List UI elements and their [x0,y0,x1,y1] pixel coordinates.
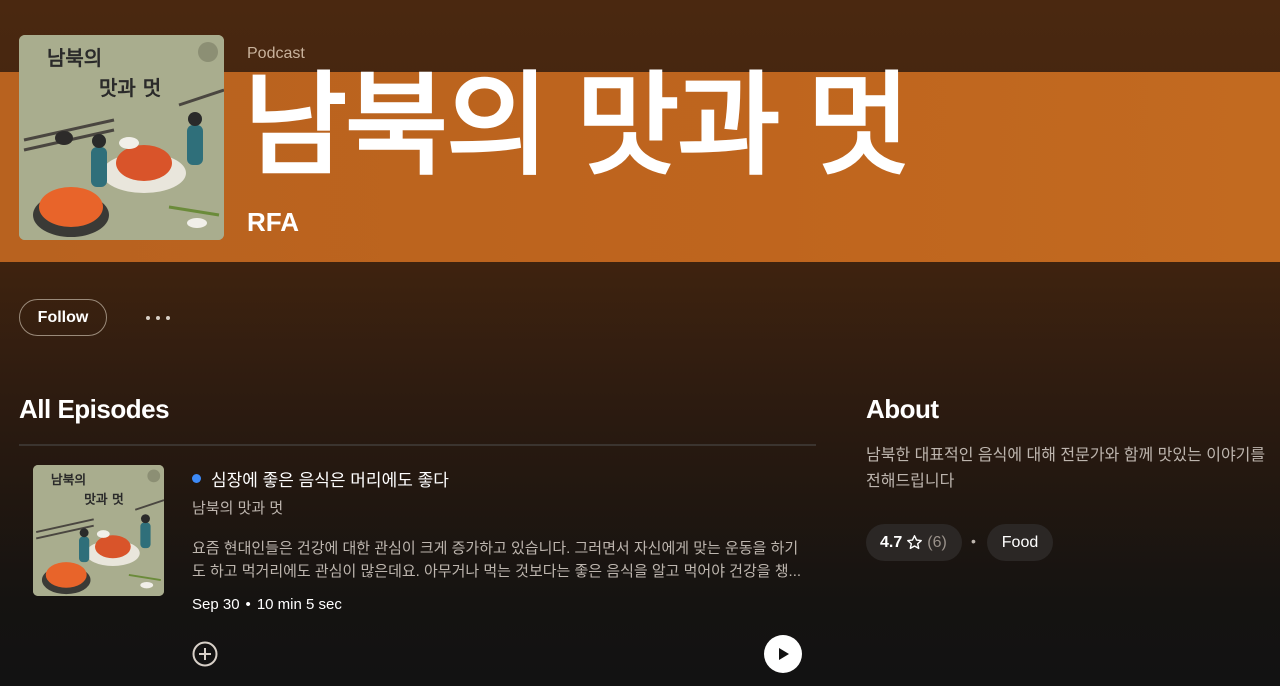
play-episode-button[interactable] [764,635,802,673]
star-icon [907,535,923,550]
category-badge-food[interactable]: Food [987,524,1053,561]
episode-cover-art: 남북의 맛과 멋 [33,465,164,596]
add-to-queue-button[interactable] [192,641,218,667]
ellipsis-icon-dot [156,316,160,320]
all-episodes-heading: All Episodes [19,394,170,424]
follow-button[interactable]: Follow [19,299,107,336]
about-separator: • [971,533,976,549]
meta-separator: • [245,596,251,613]
ellipsis-icon-dot [146,316,150,320]
episode-duration: 10 min 5 sec [256,596,342,613]
cover-title-line1: 남북의 [47,46,102,70]
episode-meta: Sep 30 • 10 min 5 sec [192,596,342,613]
ellipsis-icon-dot [166,316,170,320]
rating-badge[interactable]: 4.7 (6) [866,524,962,561]
about-heading: About [866,394,939,424]
more-options-button[interactable] [138,306,178,330]
content-type-label: Podcast [247,45,305,62]
cover-title-line1: 남북의 [51,472,86,488]
podcast-cover-art: 남북의 맛과 멋 [19,35,224,240]
cover-title-line2: 맛과 멋 [84,491,124,507]
episode-date: Sep 30 [192,596,240,613]
about-description: 남북한 대표적인 음식에 대해 전문가와 함께 맛있는 이야기를 전해드립니다 [866,447,1266,490]
episodes-divider [19,444,816,446]
plus-circle-icon [192,641,218,667]
episode-title[interactable]: 심장에 좋은 음식은 머리에도 좋다 [211,466,449,491]
episode-description: 요즘 현대인들은 건강에 대한 관심이 크게 증가하고 있습니다. 그러면서 자… [192,540,802,580]
cover-title-line2: 맛과 멋 [99,76,161,100]
new-episode-dot-icon [192,474,201,483]
play-icon [779,648,789,660]
page-title: 남북의 맛과 멋 [244,63,910,188]
episode-show-name: 남북의 맛과 멋 [192,500,284,517]
episode-title-row: 심장에 좋은 음식은 머리에도 좋다 [192,466,449,491]
rating-value: 4.7 [880,533,903,551]
rating-count: (6) [927,533,947,551]
publisher-link[interactable]: RFA [247,207,299,238]
